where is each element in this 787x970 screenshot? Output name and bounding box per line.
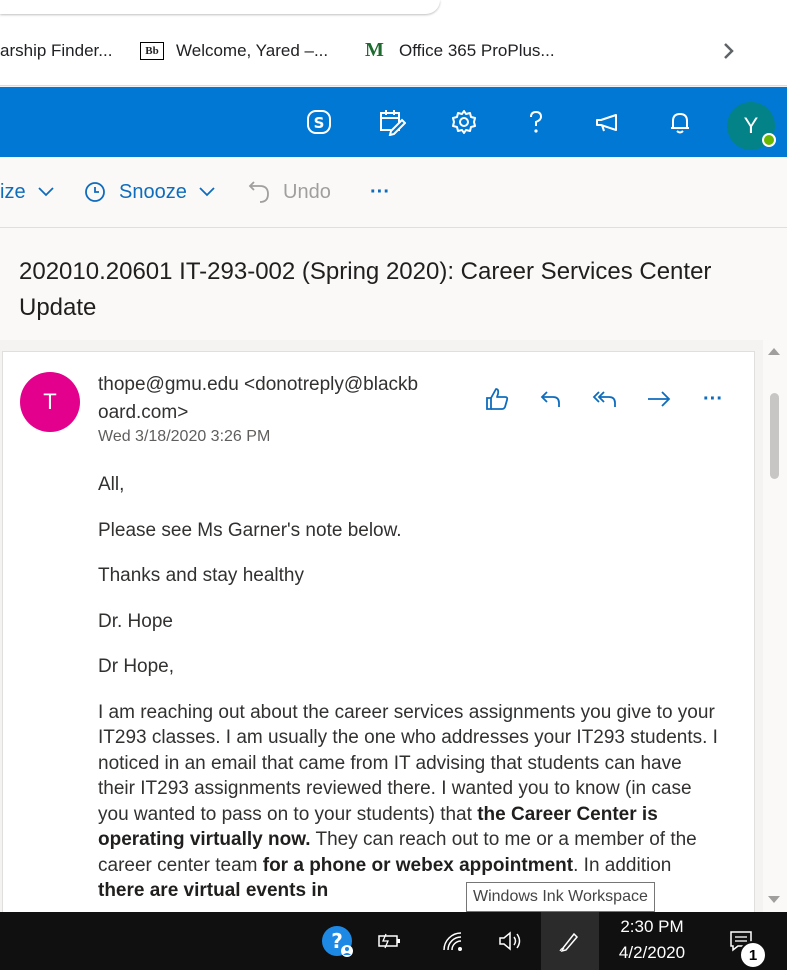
- calendar-edit-icon[interactable]: [377, 107, 407, 137]
- chevron-down-icon: [199, 187, 215, 197]
- message-subject: 202010.20601 IT-293-002 (Spring 2020): C…: [19, 258, 712, 321]
- bookmark-label: Office 365 ProPlus...: [399, 41, 555, 60]
- bookmarks-bar: arship Finder... Bb Welcome, Yared –... …: [0, 33, 787, 69]
- notification-count-badge: 1: [739, 941, 767, 969]
- scroll-up-arrow-icon[interactable]: [768, 348, 780, 355]
- clock-icon: [85, 182, 105, 202]
- clock-time: 2:30 PM: [620, 917, 684, 936]
- more-icon[interactable]: ···: [698, 384, 728, 414]
- body-paragraph: I am reaching out about the career servi…: [98, 700, 718, 904]
- sender-avatar[interactable]: T: [20, 372, 80, 432]
- chevron-right-icon[interactable]: [718, 42, 740, 60]
- help-icon[interactable]: [521, 107, 551, 137]
- scroll-down-arrow-icon[interactable]: [768, 896, 780, 903]
- skype-icon[interactable]: S: [304, 107, 334, 137]
- volume-icon[interactable]: [494, 912, 526, 970]
- snooze-button[interactable]: Snooze: [84, 157, 215, 227]
- outlook-header: S: [0, 87, 787, 157]
- bookmark-label: arship Finder...: [0, 41, 113, 60]
- presence-status-icon: [762, 133, 776, 147]
- clock-date: 4/2/2020: [618, 943, 686, 962]
- address-bar[interactable]: [0, 0, 440, 14]
- bookmark-label: Welcome, Yared –...: [176, 41, 329, 60]
- wifi-icon[interactable]: [438, 912, 468, 970]
- undo-icon: [248, 181, 269, 203]
- chevron-down-icon: [37, 187, 54, 197]
- scrollbar-thumb[interactable]: [770, 393, 779, 479]
- command-bar: ize Snooze Undo ···: [0, 157, 787, 228]
- message-body: All, Please see Ms Garner's note below. …: [98, 472, 718, 924]
- forward-icon[interactable]: [644, 384, 674, 414]
- reply-icon[interactable]: [536, 384, 566, 414]
- blackboard-favicon-icon: Bb: [140, 42, 164, 60]
- body-paragraph: Dr. Hope: [98, 610, 173, 632]
- undo-label: Undo: [283, 180, 331, 203]
- like-icon[interactable]: [482, 384, 512, 414]
- categorize-label: ize: [0, 180, 26, 203]
- body-bold-run: for a phone or webex appointment: [262, 854, 574, 876]
- battery-icon[interactable]: [372, 912, 408, 970]
- divider: [0, 85, 787, 86]
- bookmark-office365[interactable]: M Office 365 ProPlus...: [365, 33, 555, 69]
- svg-text:S: S: [314, 114, 325, 132]
- gear-icon[interactable]: [449, 107, 479, 137]
- sender-address[interactable]: thope@gmu.edu <donotreply@blackboard.com…: [98, 371, 428, 427]
- more-actions-button[interactable]: ···: [370, 157, 390, 227]
- system-clock[interactable]: 2:30 PM 4/2/2020: [600, 914, 704, 970]
- undo-button[interactable]: Undo: [248, 157, 331, 227]
- body-bold-run: there are virtual events in: [98, 880, 329, 901]
- megaphone-icon[interactable]: [593, 107, 623, 137]
- help-app-icon[interactable]: ?: [318, 912, 356, 970]
- body-paragraph: Dr Hope,: [98, 656, 175, 677]
- body-text-run: . In addition: [573, 854, 672, 876]
- body-paragraph: Thanks and stay healthy: [98, 565, 304, 586]
- bookmark-blackboard[interactable]: Bb Welcome, Yared –...: [140, 33, 328, 69]
- svg-text:?: ?: [331, 929, 343, 953]
- reply-all-icon[interactable]: [590, 384, 620, 414]
- snooze-label: Snooze: [119, 180, 187, 203]
- message-date: Wed 3/18/2020 3:26 PM: [98, 428, 271, 445]
- tooltip: Windows Ink Workspace: [466, 882, 655, 912]
- more-label: ···: [370, 180, 390, 203]
- body-paragraph: All,: [98, 474, 125, 495]
- categorize-button[interactable]: ize: [0, 157, 54, 227]
- body-paragraph: Please see Ms Garner's note below.: [98, 519, 402, 541]
- bell-icon[interactable]: [665, 107, 695, 137]
- windows-ink-icon[interactable]: [541, 912, 599, 970]
- bookmark-scholarship-finder[interactable]: arship Finder...: [0, 33, 112, 69]
- gmu-favicon-icon: M: [365, 39, 384, 61]
